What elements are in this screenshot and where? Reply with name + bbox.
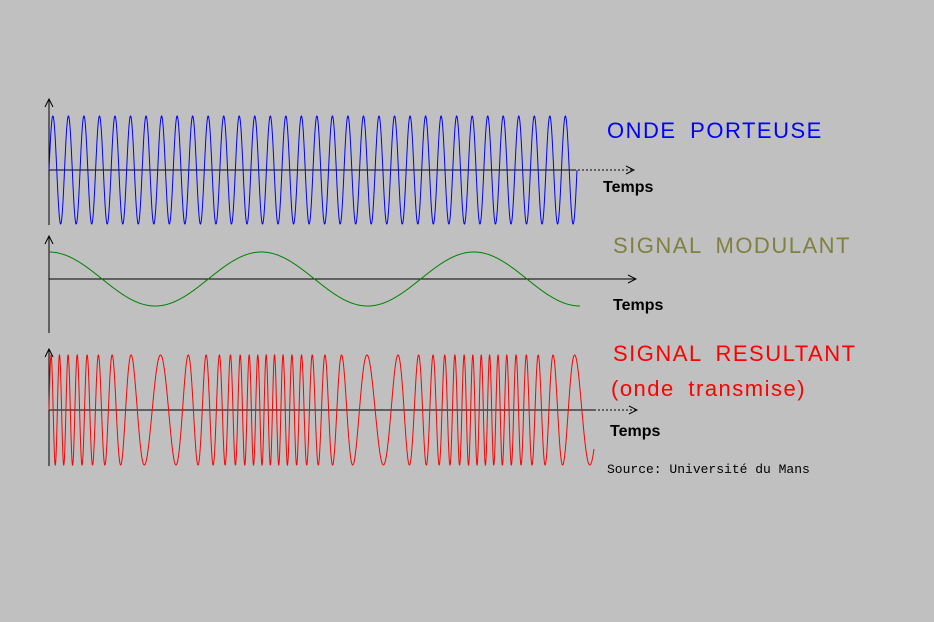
carrier-axis-label: Temps [603,179,654,196]
carrier-title: ONDE PORTEUSE [607,118,823,143]
modulating-axis-label: Temps [613,297,664,314]
resultant-subtitle: (onde transmise) [611,376,807,401]
carrier-axes [44,97,636,225]
modulating-title: SIGNAL MODULANT [613,233,851,258]
source-credit: Source: Université du Mans [607,462,810,477]
resultant-axis-label: Temps [610,423,661,440]
modulating-axes [44,234,638,333]
fm-modulation-diagram: ONDE PORTEUSE Temps SIGNAL MODULANT Temp… [0,0,934,622]
waveform-canvas [44,97,639,467]
resultant-title: SIGNAL RESULTANT [613,341,857,366]
